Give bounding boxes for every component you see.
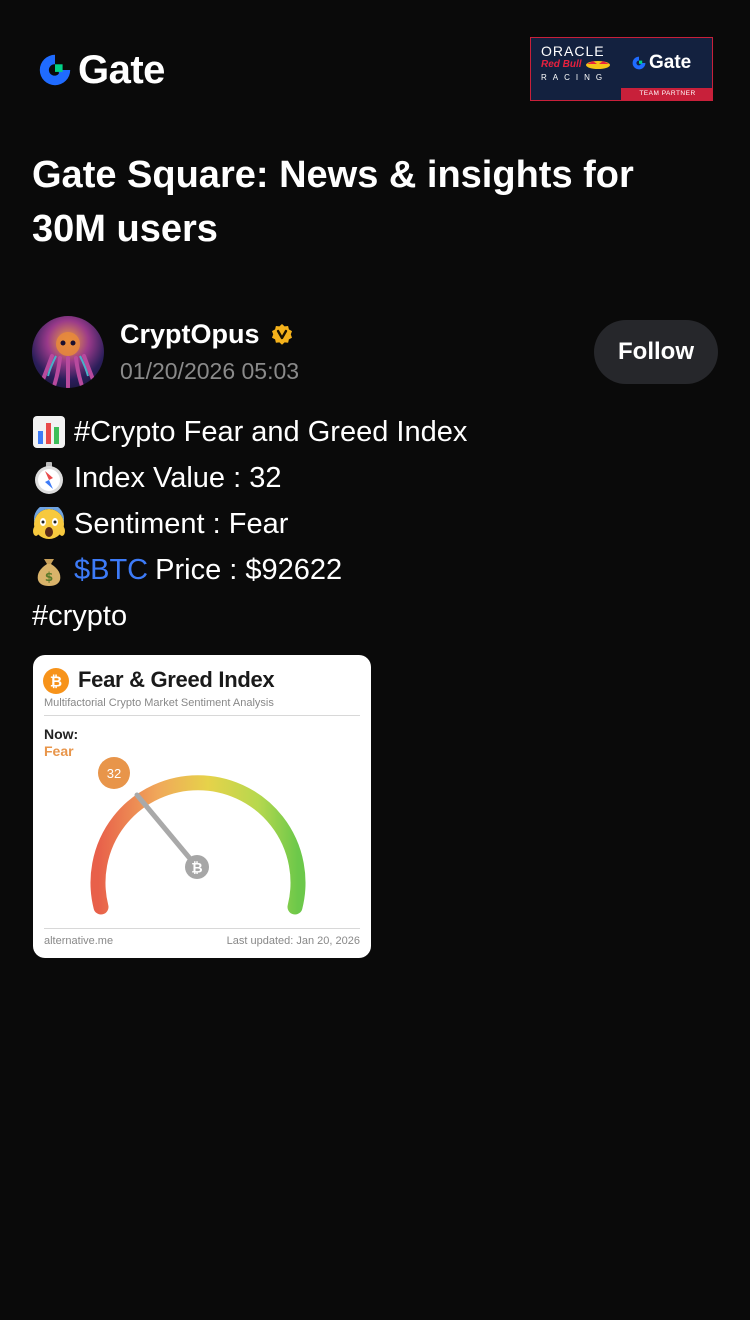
gate-logo-icon	[39, 54, 71, 86]
post-line-sentiment-text: Sentiment : Fear	[74, 508, 289, 540]
now-label: Now:	[44, 726, 79, 742]
bar-chart-emoji	[33, 416, 65, 448]
post-line-hashtag: #crypto	[32, 593, 722, 639]
follow-button[interactable]: Follow	[594, 320, 718, 384]
fear-greed-subtitle: Multifactorial Crypto Market Sentiment A…	[44, 697, 274, 709]
author-name[interactable]: CryptOpus	[120, 319, 294, 350]
gate-wordmark: Gate	[78, 47, 165, 92]
gate-mini-text: Gate	[649, 52, 692, 73]
gate-logo[interactable]: Gate	[36, 48, 165, 92]
verified-badge-icon	[271, 323, 292, 345]
btc-ticker-link[interactable]: $BTC	[74, 547, 148, 593]
octopus-avatar-image	[40, 332, 96, 388]
post-line-index-title: #Crypto Fear and Greed Index	[32, 409, 722, 455]
bull-icon	[586, 61, 610, 69]
post-line-btc-price-text: Price : $92622	[155, 554, 343, 586]
svg-text:₿: ₿	[50, 673, 62, 691]
post-line-index-value-text: Index Value : 32	[74, 462, 282, 494]
team-partner-label: TEAM PARTNER	[639, 90, 696, 97]
author-name-text: CryptOpus	[120, 319, 260, 349]
app-header: Gate ORACLE Red Bull RACING Gate TEAM PA…	[0, 0, 750, 120]
gate-mini-logo: Gate	[631, 52, 691, 74]
gauge-hub-bitcoin-icon: ₿	[191, 861, 202, 877]
money-bag-emoji: $	[37, 559, 61, 586]
fear-greed-title: Fear & Greed Index	[78, 667, 275, 692]
oracle-text: ORACLE	[541, 43, 605, 59]
gauge-arc	[90, 775, 306, 915]
redbull-text: Red Bull	[541, 59, 582, 70]
post-line-btc-price: $ $BTC Price : $92622	[32, 547, 722, 593]
compass-emoji	[35, 462, 63, 494]
fear-greed-image[interactable]: ₿ Fear & Greed Index Multifactorial Cryp…	[33, 655, 371, 958]
scream-emoji	[33, 507, 65, 539]
source-label: alternative.me	[44, 935, 114, 947]
card-divider-bottom	[44, 928, 360, 929]
gate-mini-icon	[632, 56, 646, 70]
post-line-sentiment: Sentiment : Fear	[32, 501, 722, 547]
avatar[interactable]	[32, 316, 104, 388]
post-line-index-title-text[interactable]: #Crypto Fear and Greed Index	[74, 409, 467, 455]
sentiment-gauge: ₿ 32	[90, 757, 306, 915]
partner-banner[interactable]: ORACLE Red Bull RACING Gate TEAM PARTNER	[530, 37, 713, 101]
page-title: Gate Square: News & insights for 30M use…	[32, 154, 634, 250]
post-body: #Crypto Fear and Greed Index Index Value…	[32, 409, 722, 639]
gauge-needle	[134, 792, 200, 870]
crypto-hashtag-link[interactable]: #crypto	[32, 593, 127, 639]
svg-text:$: $	[45, 570, 53, 584]
post-line-index-value: Index Value : 32	[32, 455, 722, 501]
index-value-label: 32	[107, 766, 121, 781]
last-updated-label: Last updated: Jan 20, 2026	[226, 935, 360, 947]
card-divider	[44, 715, 360, 716]
post-timestamp: 01/20/2026 05:03	[120, 358, 300, 384]
racing-text: RACING	[541, 73, 609, 82]
team-partner-strip: TEAM PARTNER	[621, 88, 712, 100]
bitcoin-icon: ₿	[43, 668, 69, 694]
